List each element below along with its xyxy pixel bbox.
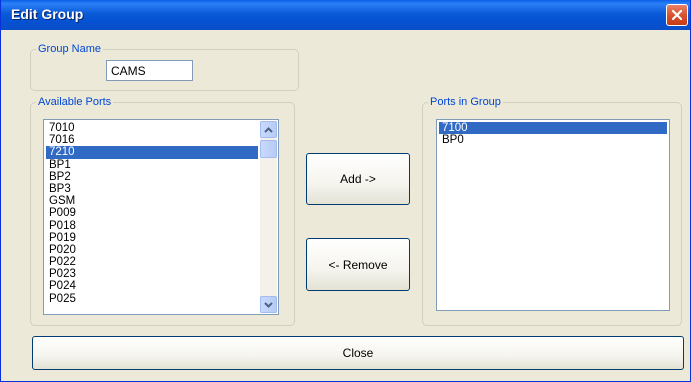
list-item[interactable]: BP1 <box>46 159 258 171</box>
close-window-button[interactable] <box>666 4 688 26</box>
ports-in-group-rows: 7100 BP0 <box>439 122 667 146</box>
available-ports-rows: 7010 7016 7210 BP1 BP2 BP3 GSM P009 P018 P019 P020… <box>46 122 258 305</box>
available-ports-legend: Available Ports <box>38 96 112 108</box>
list-item[interactable]: 7100 <box>439 122 667 135</box>
chevron-down-icon <box>264 301 273 308</box>
list-item[interactable]: 7016 <box>46 134 258 146</box>
scroll-thumb[interactable] <box>260 140 277 158</box>
list-item[interactable]: P020 <box>46 244 258 256</box>
close-icon <box>671 9 683 21</box>
list-item[interactable]: P025 <box>46 293 258 305</box>
close-button[interactable]: Close <box>32 336 684 370</box>
list-item[interactable]: 7210 <box>46 146 258 159</box>
group-name-input[interactable] <box>106 60 193 81</box>
list-item[interactable]: P023 <box>46 268 258 280</box>
list-item[interactable]: BP0 <box>439 134 667 146</box>
scroll-up-button[interactable] <box>260 121 277 138</box>
remove-button[interactable]: <- Remove <box>306 238 410 291</box>
list-item[interactable]: GSM <box>46 195 258 207</box>
ports-in-group-legend: Ports in Group <box>430 96 501 108</box>
list-item[interactable]: 7010 <box>46 122 258 134</box>
list-item[interactable]: BP2 <box>46 171 258 183</box>
available-ports-list[interactable]: 7010 7016 7210 BP1 BP2 BP3 GSM P009 P018 P019 P020… <box>43 119 279 315</box>
window-title: Edit Group <box>11 6 84 22</box>
ports-in-group-list[interactable]: 7100 BP0 <box>436 119 670 311</box>
available-ports-scrollbar[interactable] <box>260 121 277 313</box>
list-item[interactable]: P022 <box>46 256 258 268</box>
title-bar[interactable]: Edit Group <box>1 0 690 30</box>
list-item[interactable]: BP3 <box>46 183 258 195</box>
group-name-legend: Group Name <box>38 43 101 55</box>
list-item[interactable]: P018 <box>46 220 258 232</box>
add-button[interactable]: Add -> <box>306 153 410 205</box>
list-item[interactable]: P009 <box>46 207 258 219</box>
chevron-up-icon <box>264 126 273 133</box>
list-item[interactable]: P024 <box>46 280 258 292</box>
scroll-down-button[interactable] <box>260 296 277 313</box>
list-item[interactable]: P019 <box>46 232 258 244</box>
edit-group-dialog: Edit Group Group Name Available Ports 70… <box>0 0 691 382</box>
